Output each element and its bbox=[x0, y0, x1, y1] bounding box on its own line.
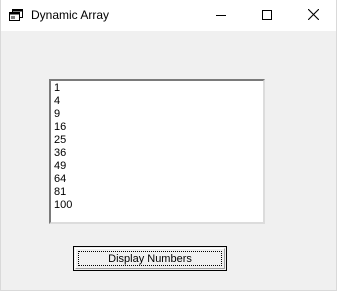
close-button[interactable] bbox=[290, 0, 336, 31]
list-item[interactable]: 9 bbox=[54, 108, 263, 121]
list-item[interactable]: 1 bbox=[54, 82, 263, 95]
app-window-icon bbox=[9, 9, 23, 22]
close-icon bbox=[307, 7, 319, 25]
maximize-icon bbox=[262, 7, 272, 25]
list-item[interactable]: 81 bbox=[54, 186, 263, 199]
display-numbers-label: Display Numbers bbox=[108, 252, 192, 265]
minimize-icon bbox=[216, 7, 226, 25]
list-item[interactable]: 64 bbox=[54, 173, 263, 186]
minimize-button[interactable] bbox=[198, 0, 244, 31]
list-item[interactable]: 4 bbox=[54, 95, 263, 108]
list-item[interactable]: 100 bbox=[54, 199, 263, 212]
list-item[interactable]: 36 bbox=[54, 147, 263, 160]
title-bar[interactable]: Dynamic Array bbox=[1, 0, 336, 31]
app-window: Dynamic Array 1 4 9 16 25 36 49 64 81 10… bbox=[0, 0, 337, 291]
list-item[interactable]: 49 bbox=[54, 160, 263, 173]
window-title: Dynamic Array bbox=[31, 8, 110, 22]
numbers-listbox[interactable]: 1 4 9 16 25 36 49 64 81 100 bbox=[49, 79, 265, 224]
maximize-button[interactable] bbox=[244, 0, 290, 31]
list-item[interactable]: 16 bbox=[54, 121, 263, 134]
display-numbers-button[interactable]: Display Numbers bbox=[73, 246, 227, 271]
list-item[interactable]: 25 bbox=[54, 134, 263, 147]
